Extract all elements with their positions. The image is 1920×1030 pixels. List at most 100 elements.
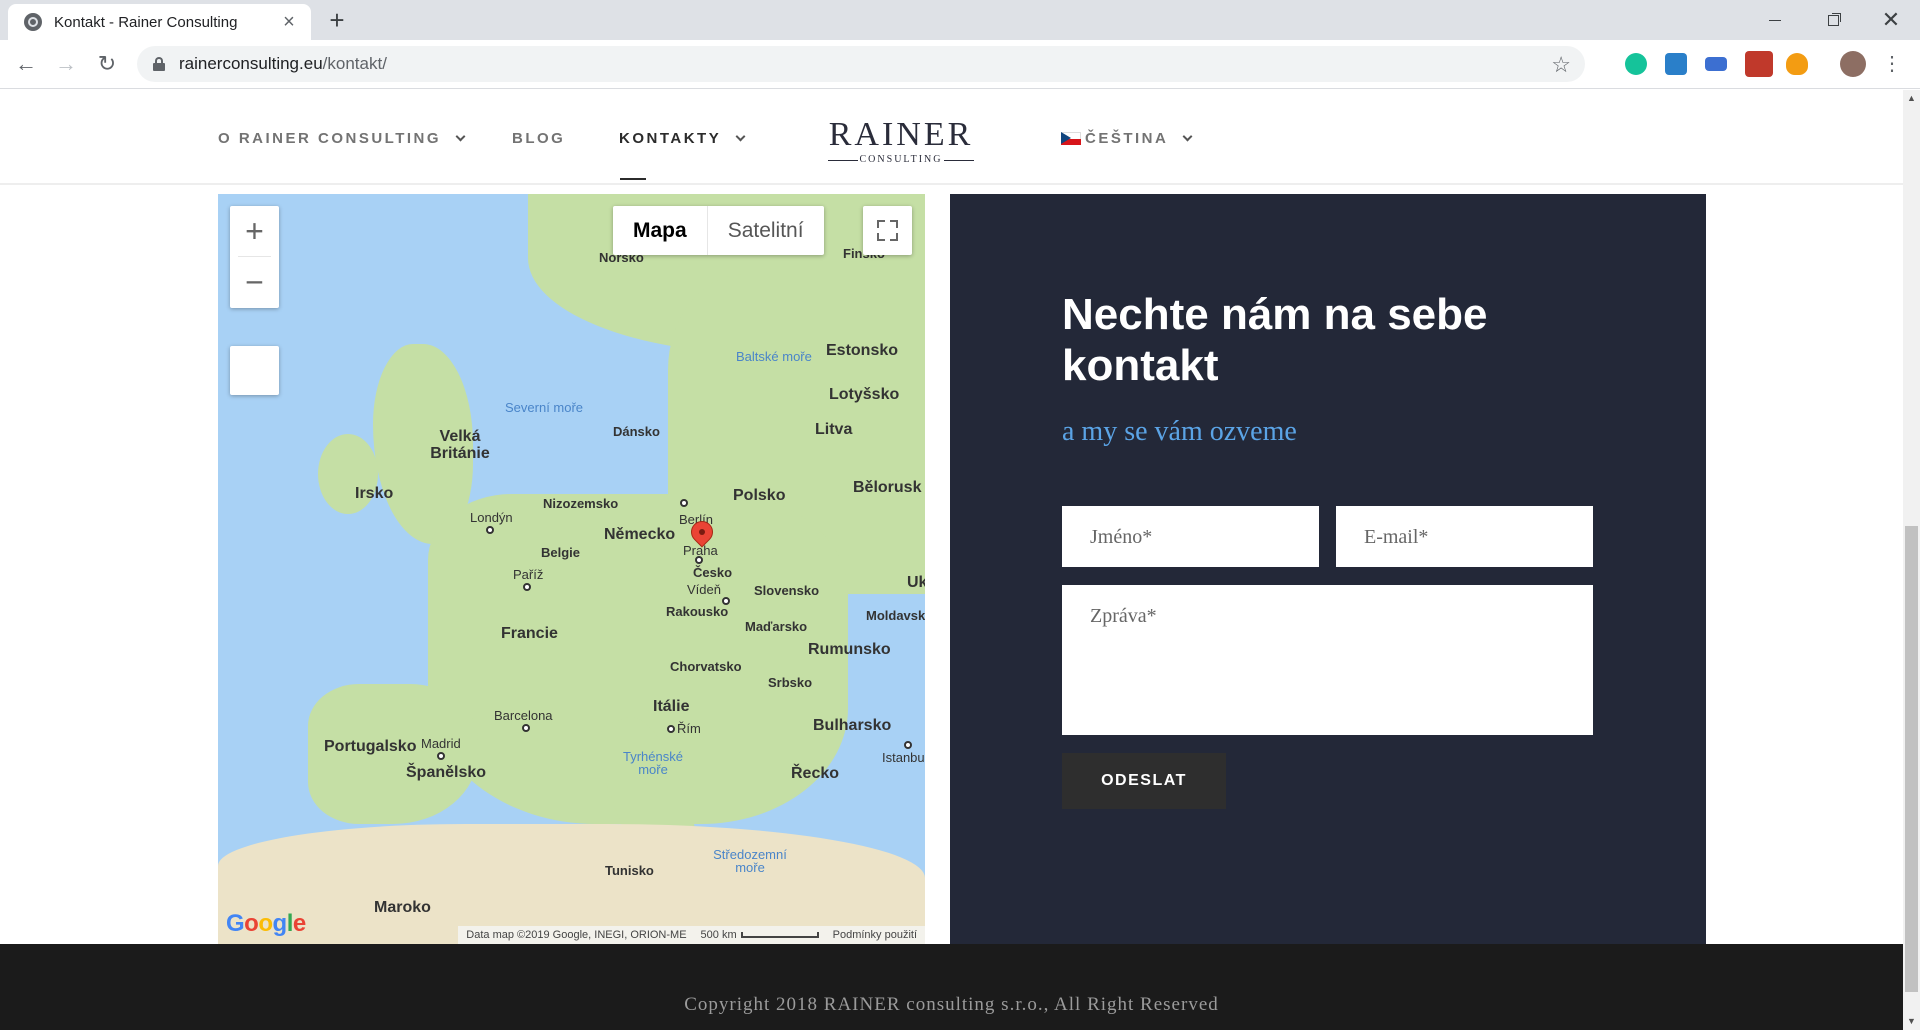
scrollbar-thumb[interactable] [1905, 526, 1918, 992]
message-field[interactable]: Zpráva* [1062, 585, 1593, 735]
map-label: Španělsko [406, 764, 487, 781]
map-label: Baltské moře [736, 349, 812, 364]
back-button[interactable]: ← [10, 48, 42, 80]
language-label: ČEŠTINA [1085, 130, 1169, 147]
submit-button[interactable]: ODESLAT [1062, 753, 1226, 809]
map-label: Barcelona [494, 708, 553, 723]
map-label: Uk [907, 574, 925, 591]
chevron-down-icon [455, 131, 466, 142]
page-scrollbar[interactable]: ▲ ▼ [1903, 90, 1920, 1030]
reload-button[interactable]: ↻ [91, 48, 123, 80]
map-label: Paříž [513, 567, 544, 582]
fire-extension-icon[interactable] [1786, 53, 1808, 75]
map-scale[interactable]: 500 km [701, 929, 819, 941]
map-label: Polsko [733, 487, 786, 504]
map-label: Maroko [374, 899, 431, 916]
browser-tab[interactable]: Kontakt - Rainer Consulting × [8, 4, 311, 40]
arrow-left-icon: ← [15, 51, 37, 76]
desc-extension-icon[interactable] [1745, 51, 1773, 77]
map-label: Nizozemsko [543, 496, 619, 511]
logo-subtext: CONSULTING [828, 154, 974, 165]
map-label: Tyrhénské moře [623, 749, 683, 777]
map-terms-link[interactable]: Podmínky použití [833, 929, 917, 941]
map-label: Itálie [653, 698, 690, 715]
map-label: Dánsko [613, 424, 660, 439]
restore-button[interactable] [1804, 0, 1862, 40]
map-type-satellite-button[interactable]: Satelitní [708, 206, 824, 255]
nav-item-about[interactable]: O RAINER CONSULTING [218, 130, 466, 147]
map-label: Tunisko [605, 863, 654, 878]
fullscreen-icon-corner [890, 220, 898, 228]
google-map[interactable]: Norsko Finsko Baltské moře Estonsko Loty… [218, 194, 925, 944]
browser-tab-bar: Kontakt - Rainer Consulting × + ✕ [0, 0, 1920, 40]
city-dot [680, 499, 688, 507]
map-label: Rakousko [666, 604, 729, 619]
czech-flag-icon [1061, 132, 1081, 145]
google-logo[interactable]: Google [226, 910, 306, 938]
city-dot [437, 752, 445, 760]
grammarly-extension-icon[interactable] [1625, 53, 1647, 75]
map-type-map-button[interactable]: Mapa [613, 206, 708, 255]
fullscreen-button[interactable] [863, 206, 912, 255]
map-type-control: Mapa Satelitní [613, 206, 824, 255]
new-tab-button[interactable]: + [323, 7, 351, 35]
fullscreen-icon-corner [877, 233, 885, 241]
globe-icon [24, 13, 42, 31]
site-header: O RAINER CONSULTING BLOG KONTAKTY RAINER… [0, 90, 1903, 185]
contact-panel: Nechte nám na sebe kontakt a my se vám o… [950, 194, 1706, 944]
chevron-down-icon [735, 131, 746, 142]
restore-icon [1827, 14, 1839, 26]
url-host: rainerconsulting.eu [179, 54, 323, 73]
pegman-control[interactable] [230, 346, 279, 395]
copyright-text: Copyright 2018 RAINER consulting s.r.o.,… [684, 994, 1219, 1015]
contact-title: Nechte nám na sebe kontakt [1062, 290, 1488, 390]
contact-subtitle: a my se vám ozveme [1062, 416, 1297, 447]
nav-item-label: O RAINER CONSULTING [218, 130, 442, 147]
map-label: Řím [677, 721, 701, 736]
close-tab-icon[interactable]: × [279, 12, 299, 32]
map-label: Litva [815, 421, 853, 438]
bookmark-star-icon[interactable]: ☆ [1551, 52, 1571, 78]
reload-icon: ↻ [97, 51, 117, 76]
minimize-button[interactable] [1746, 0, 1804, 40]
forward-button[interactable]: → [50, 48, 82, 80]
nav-item-contacts[interactable]: KONTAKTY [619, 130, 746, 147]
email-field[interactable]: E-mail* [1336, 506, 1593, 567]
avatar[interactable] [1840, 51, 1866, 77]
name-field[interactable]: Jméno* [1062, 506, 1319, 567]
scale-bar [740, 932, 819, 939]
language-selector[interactable]: ČEŠTINA [1061, 130, 1193, 147]
map-label: Chorvatsko [670, 659, 742, 674]
zoom-out-button[interactable]: − [230, 257, 279, 307]
plus-icon: + [245, 212, 264, 249]
minimize-icon [1769, 19, 1781, 21]
menu-dots-icon[interactable]: ⋮ [1882, 53, 1902, 75]
scroll-up-icon[interactable]: ▲ [1903, 90, 1920, 107]
nav-item-label: KONTAKTY [619, 130, 722, 147]
scroll-down-icon[interactable]: ▼ [1903, 1013, 1920, 1030]
city-dot [486, 526, 494, 534]
nav-item-blog[interactable]: BLOG [512, 130, 565, 147]
minus-icon: − [245, 263, 264, 300]
tab-title: Kontakt - Rainer Consulting [54, 13, 238, 31]
site-logo[interactable]: RAINER CONSULTING [828, 118, 974, 165]
zoom-in-button[interactable]: + [230, 206, 279, 256]
map-label: Estonsko [826, 342, 899, 359]
city-dot [523, 583, 531, 591]
map-data-credit: Data map ©2019 Google, INEGI, ORION-ME [466, 929, 687, 941]
map-label: Vídeň [687, 582, 721, 597]
city-dot [522, 724, 530, 732]
close-window-button[interactable]: ✕ [1862, 0, 1920, 40]
logo-text: RAINER [828, 116, 974, 153]
address-bar[interactable]: rainerconsulting.eu/kontakt/ ☆ [137, 46, 1585, 82]
map-label: Rumunsko [808, 641, 891, 658]
map-label: Istanbu [882, 750, 925, 765]
map-label: Řecko [791, 765, 840, 782]
map-label: Maďarsko [745, 619, 808, 634]
zip-extension-icon[interactable] [1705, 57, 1727, 71]
map-label: Portugalsko [324, 738, 417, 755]
s-extension-icon[interactable] [1665, 53, 1687, 75]
map-label: Madrid [421, 736, 461, 751]
map-label: Bělorusk [853, 479, 922, 496]
map-label: Londýn [470, 510, 513, 525]
